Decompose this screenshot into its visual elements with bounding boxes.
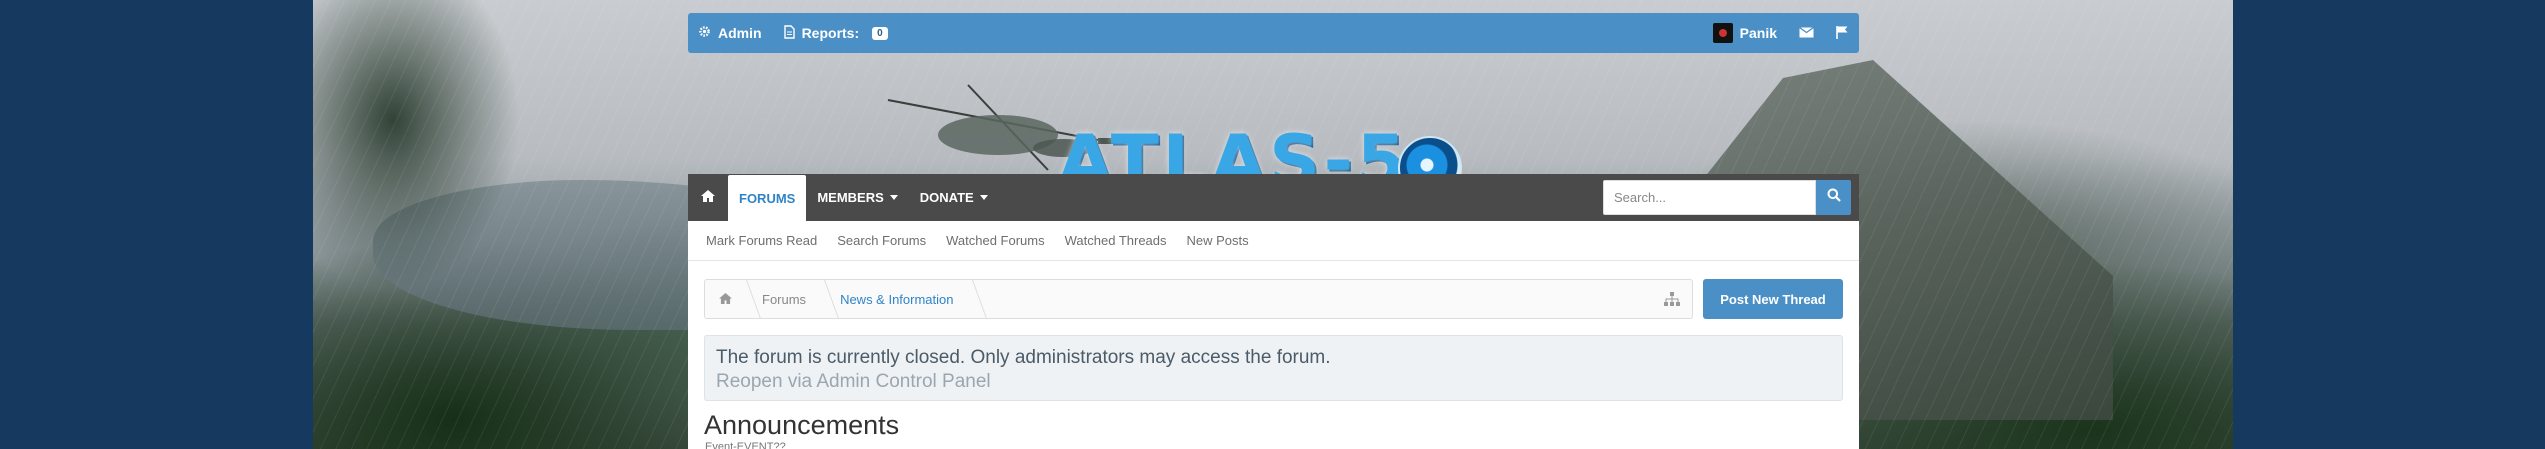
site-logo[interactable]: ATLAS-5 [688, 60, 1859, 211]
admin-label: Admin [718, 25, 762, 41]
section-title: Announcements [704, 410, 900, 440]
search-button[interactable] [1816, 180, 1851, 215]
breadcrumb: Forums News & Information [704, 279, 1693, 319]
post-new-thread-button[interactable]: Post New Thread [1703, 279, 1843, 319]
section-subtitle[interactable]: Event-EVENT?? [705, 441, 786, 449]
reopen-link[interactable]: Reopen via Admin Control Panel [716, 370, 1831, 394]
chevron-down-icon [979, 195, 988, 200]
tab-donate[interactable]: DONATE [909, 174, 999, 221]
subnav-new-posts[interactable]: New Posts [1187, 233, 1249, 248]
tab-forums-label: FORUMS [739, 190, 796, 206]
search-form [1603, 174, 1859, 221]
admin-bar: Admin Reports: 0 Panik [688, 13, 1859, 53]
avatar [1712, 23, 1733, 43]
reports-link[interactable]: Reports: 0 [783, 24, 888, 42]
tab-forums[interactable]: FORUMS [728, 175, 807, 221]
subnav-watched-forums[interactable]: Watched Forums [946, 233, 1045, 248]
subnav-watched-threads[interactable]: Watched Threads [1065, 233, 1167, 248]
subnav-mark-forums-read[interactable]: Mark Forums Read [706, 233, 817, 248]
subnav-search-forums[interactable]: Search Forums [837, 233, 926, 248]
notice-message: The forum is currently closed. Only admi… [716, 347, 1331, 368]
nav-home[interactable] [688, 174, 728, 221]
breadcrumb-forums[interactable]: Forums [746, 280, 824, 318]
home-icon [701, 190, 715, 205]
home-icon [719, 292, 732, 307]
search-input[interactable] [1603, 180, 1816, 215]
flag-icon [1836, 25, 1849, 42]
forum-subnav: Mark Forums Read Search Forums Watched F… [688, 221, 1859, 261]
breadcrumb-home[interactable] [705, 280, 746, 318]
user-menu[interactable]: Panik [1712, 23, 1777, 43]
document-icon [783, 24, 795, 42]
reports-count-badge: 0 [872, 26, 888, 40]
breadcrumb-news-information[interactable]: News & Information [824, 280, 971, 318]
username: Panik [1739, 25, 1777, 41]
main-content: Mark Forums Read Search Forums Watched F… [688, 221, 1859, 449]
forum-closed-notice: The forum is currently closed. Only admi… [704, 335, 1843, 401]
tab-members[interactable]: MEMBERS [806, 174, 908, 221]
breadcrumb-row: Forums News & Information Post New Threa… [704, 279, 1843, 319]
admin-link[interactable]: Admin [698, 25, 762, 41]
sitemap-icon[interactable] [1664, 292, 1680, 311]
gear-icon [698, 25, 711, 41]
chevron-down-icon [889, 195, 898, 200]
search-icon [1827, 188, 1841, 207]
envelope-icon [1799, 25, 1814, 41]
alerts-button[interactable] [1836, 25, 1849, 42]
inbox-button[interactable] [1799, 25, 1814, 41]
tab-donate-label: DONATE [919, 190, 974, 205]
tab-members-label: MEMBERS [817, 190, 884, 205]
main-navbar: FORUMS MEMBERS DONATE [688, 174, 1859, 221]
reports-label: Reports: [801, 25, 860, 41]
